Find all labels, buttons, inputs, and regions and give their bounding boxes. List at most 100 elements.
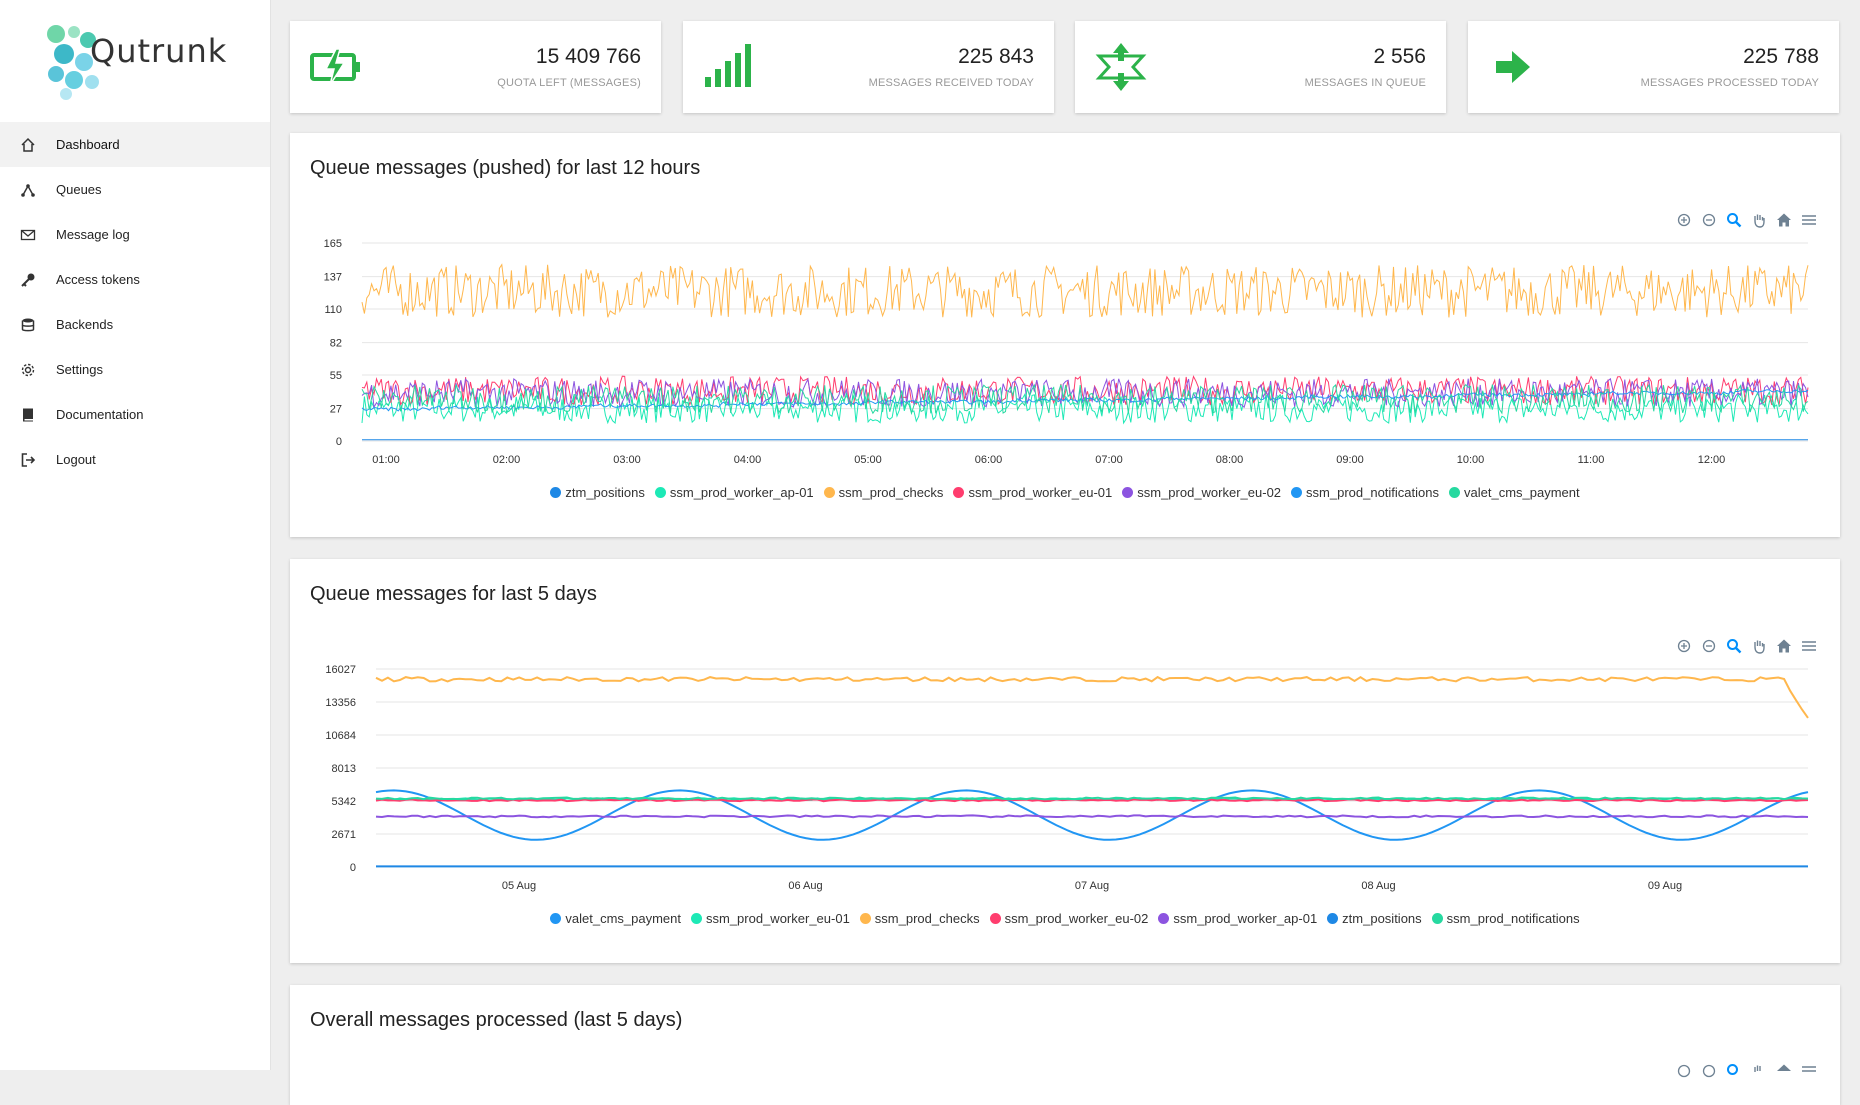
legend-label: valet_cms_payment xyxy=(1464,485,1580,500)
y-tick-label: 5342 xyxy=(332,796,356,808)
chart-card-5d: Queue messages for last 5 days 0 2671 5342… xyxy=(290,559,1840,963)
x-tick-label: 01:00 xyxy=(372,454,400,466)
database-icon xyxy=(18,315,38,335)
legend-item[interactable]: ztm_positions xyxy=(550,485,645,500)
sidebar-item-message-log[interactable]: Message log xyxy=(0,212,270,257)
stat-value: 225 843 xyxy=(958,45,1034,68)
zoom-out-icon[interactable] xyxy=(1699,1061,1718,1080)
legend-label: ssm_prod_notifications xyxy=(1446,911,1580,926)
x-tick-label: 12:00 xyxy=(1698,454,1726,466)
chart-legend: ztm_positions ssm_prod_worker_ap-01 ssm_pr… xyxy=(290,485,1840,500)
legend-marker xyxy=(1122,487,1134,498)
legend-item[interactable]: ssm_prod_checks xyxy=(859,911,980,926)
series-line-ssm_prod_worker_ap-01[interactable] xyxy=(375,814,1809,819)
y-tick-label: 0 xyxy=(336,436,342,448)
sidebar-item-label: Backends xyxy=(56,317,114,332)
sidebar-item-queues[interactable]: Queues xyxy=(0,167,270,212)
sidebar-item-access-tokens[interactable]: Access tokens xyxy=(0,257,270,302)
x-tick-label: 08 Aug xyxy=(1361,880,1395,892)
key-icon xyxy=(18,270,38,290)
legend-marker xyxy=(550,913,562,924)
legend-item[interactable]: valet_cms_payment xyxy=(550,911,681,926)
sidebar-item-dashboard[interactable]: Dashboard xyxy=(0,122,270,167)
sidebar-item-label: Documentation xyxy=(56,407,144,422)
x-tick-label: 09 Aug xyxy=(1648,880,1682,892)
stat-label: MESSAGES IN QUEUE xyxy=(1304,77,1426,89)
y-tick-label: 13356 xyxy=(325,697,356,709)
home-icon xyxy=(18,135,38,155)
legend-item[interactable]: ssm_prod_worker_ap-01 xyxy=(1158,911,1317,926)
y-tick-label: 10684 xyxy=(325,730,356,742)
legend-label: ssm_prod_worker_eu-01 xyxy=(706,911,850,926)
zoom-in-icon[interactable] xyxy=(1674,1061,1693,1080)
legend-marker xyxy=(823,487,835,498)
legend-label: ssm_prod_worker_ap-01 xyxy=(1173,911,1318,926)
sidebar-item-logout[interactable]: Logout xyxy=(0,437,270,482)
magnifier-icon[interactable] xyxy=(1724,1061,1743,1080)
stat-card-received: 225 843 MESSAGES RECEIVED TODAY xyxy=(683,21,1054,113)
pan-hand-icon[interactable] xyxy=(1749,1061,1768,1080)
y-tick-label: 16027 xyxy=(325,664,356,676)
legend-item[interactable]: ssm_prod_worker_eu-01 xyxy=(691,911,850,926)
x-tick-label: 06:00 xyxy=(975,454,1003,466)
legend-marker xyxy=(691,913,702,924)
legend-label: valet_cms_payment xyxy=(565,911,681,926)
stat-card-quota: 15 409 766 QUOTA LEFT (MESSAGES) xyxy=(290,21,661,113)
legend-label: ssm_prod_worker_eu-01 xyxy=(968,485,1113,500)
legend-item[interactable]: ssm_prod_worker_ap-01 xyxy=(654,485,814,500)
stat-label: QUOTA LEFT (MESSAGES) xyxy=(497,77,641,89)
legend-item[interactable]: ssm_prod_worker_eu-01 xyxy=(953,485,1112,500)
sidebar-item-label: Queues xyxy=(56,182,102,197)
sidebar-item-settings[interactable]: Settings xyxy=(0,347,270,392)
series-line-ssm_prod_notifications[interactable] xyxy=(375,796,1809,801)
y-tick-label: 27 xyxy=(330,404,342,416)
sidebar: Qutrunk Dashboard Queues Message log Acc… xyxy=(0,0,271,1070)
legend-item[interactable]: ssm_prod_notifications xyxy=(1431,911,1580,926)
legend-label: ssm_prod_worker_eu-02 xyxy=(1004,911,1149,926)
legend-item[interactable]: valet_cms_payment xyxy=(1449,485,1580,500)
legend-label: ssm_prod_notifications xyxy=(1306,485,1439,500)
chart-12h-plot[interactable]: 0 27 55 82 110 137 165 01:00 02:00 03:00 04:00 05:0… xyxy=(290,133,1840,537)
legend-item[interactable]: ssm_prod_worker_eu-02 xyxy=(1122,485,1281,500)
legend-marker xyxy=(1327,913,1339,924)
home-reset-icon[interactable] xyxy=(1774,1061,1793,1080)
y-tick-label: 82 xyxy=(330,338,342,350)
chart-title: Overall messages processed (last 5 days) xyxy=(310,1009,683,1031)
legend-item[interactable]: ssm_prod_notifications xyxy=(1291,485,1439,500)
stat-value: 15 409 766 xyxy=(535,45,641,68)
chart-card-processed: Overall messages processed (last 5 days) xyxy=(290,985,1840,1105)
sidebar-item-label: Access tokens xyxy=(56,272,140,287)
battery-charging-icon xyxy=(308,39,364,95)
x-tick-label: 06 Aug xyxy=(788,880,822,892)
legend-marker xyxy=(989,913,1001,924)
series-line-ssm_prod_checks[interactable] xyxy=(375,675,1809,719)
qutrunk-logo[interactable]: Qutrunk xyxy=(44,22,244,102)
y-tick-label: 165 xyxy=(324,238,342,250)
legend-label: ztm_positions xyxy=(1342,911,1422,926)
stat-value: 2 556 xyxy=(1373,45,1426,68)
y-tick-label: 55 xyxy=(330,370,342,382)
y-tick-label: 110 xyxy=(324,304,342,316)
app-name: Qutrunk xyxy=(90,32,228,70)
queues-icon xyxy=(18,180,38,200)
sidebar-item-label: Settings xyxy=(56,362,103,377)
legend-item[interactable]: ztm_positions xyxy=(1327,911,1422,926)
y-tick-label: 8013 xyxy=(332,763,356,775)
signal-bars-icon xyxy=(701,39,757,95)
x-tick-label: 03:00 xyxy=(613,454,641,466)
stat-card-in-queue: 2 556 MESSAGES IN QUEUE xyxy=(1075,21,1446,113)
chart-toolbar xyxy=(1674,1061,1818,1080)
legend-item[interactable]: ssm_prod_worker_eu-02 xyxy=(989,911,1149,926)
chart-5d-plot[interactable]: 0 2671 5342 8013 10684 13356 16027 05 Aug 06 Aug… xyxy=(290,559,1840,963)
legend-item[interactable]: ssm_prod_checks xyxy=(823,485,944,500)
sidebar-item-backends[interactable]: Backends xyxy=(0,302,270,347)
legend-marker xyxy=(859,913,871,924)
legend-marker xyxy=(1158,913,1170,924)
gear-icon xyxy=(18,360,38,380)
legend-label: ssm_prod_worker_ap-01 xyxy=(669,485,814,500)
stat-value: 225 788 xyxy=(1743,45,1819,68)
menu-icon[interactable] xyxy=(1799,1061,1818,1080)
sidebar-item-documentation[interactable]: Documentation xyxy=(0,392,270,437)
legend-label: ssm_prod_checks xyxy=(838,485,944,500)
logout-icon xyxy=(18,450,38,470)
